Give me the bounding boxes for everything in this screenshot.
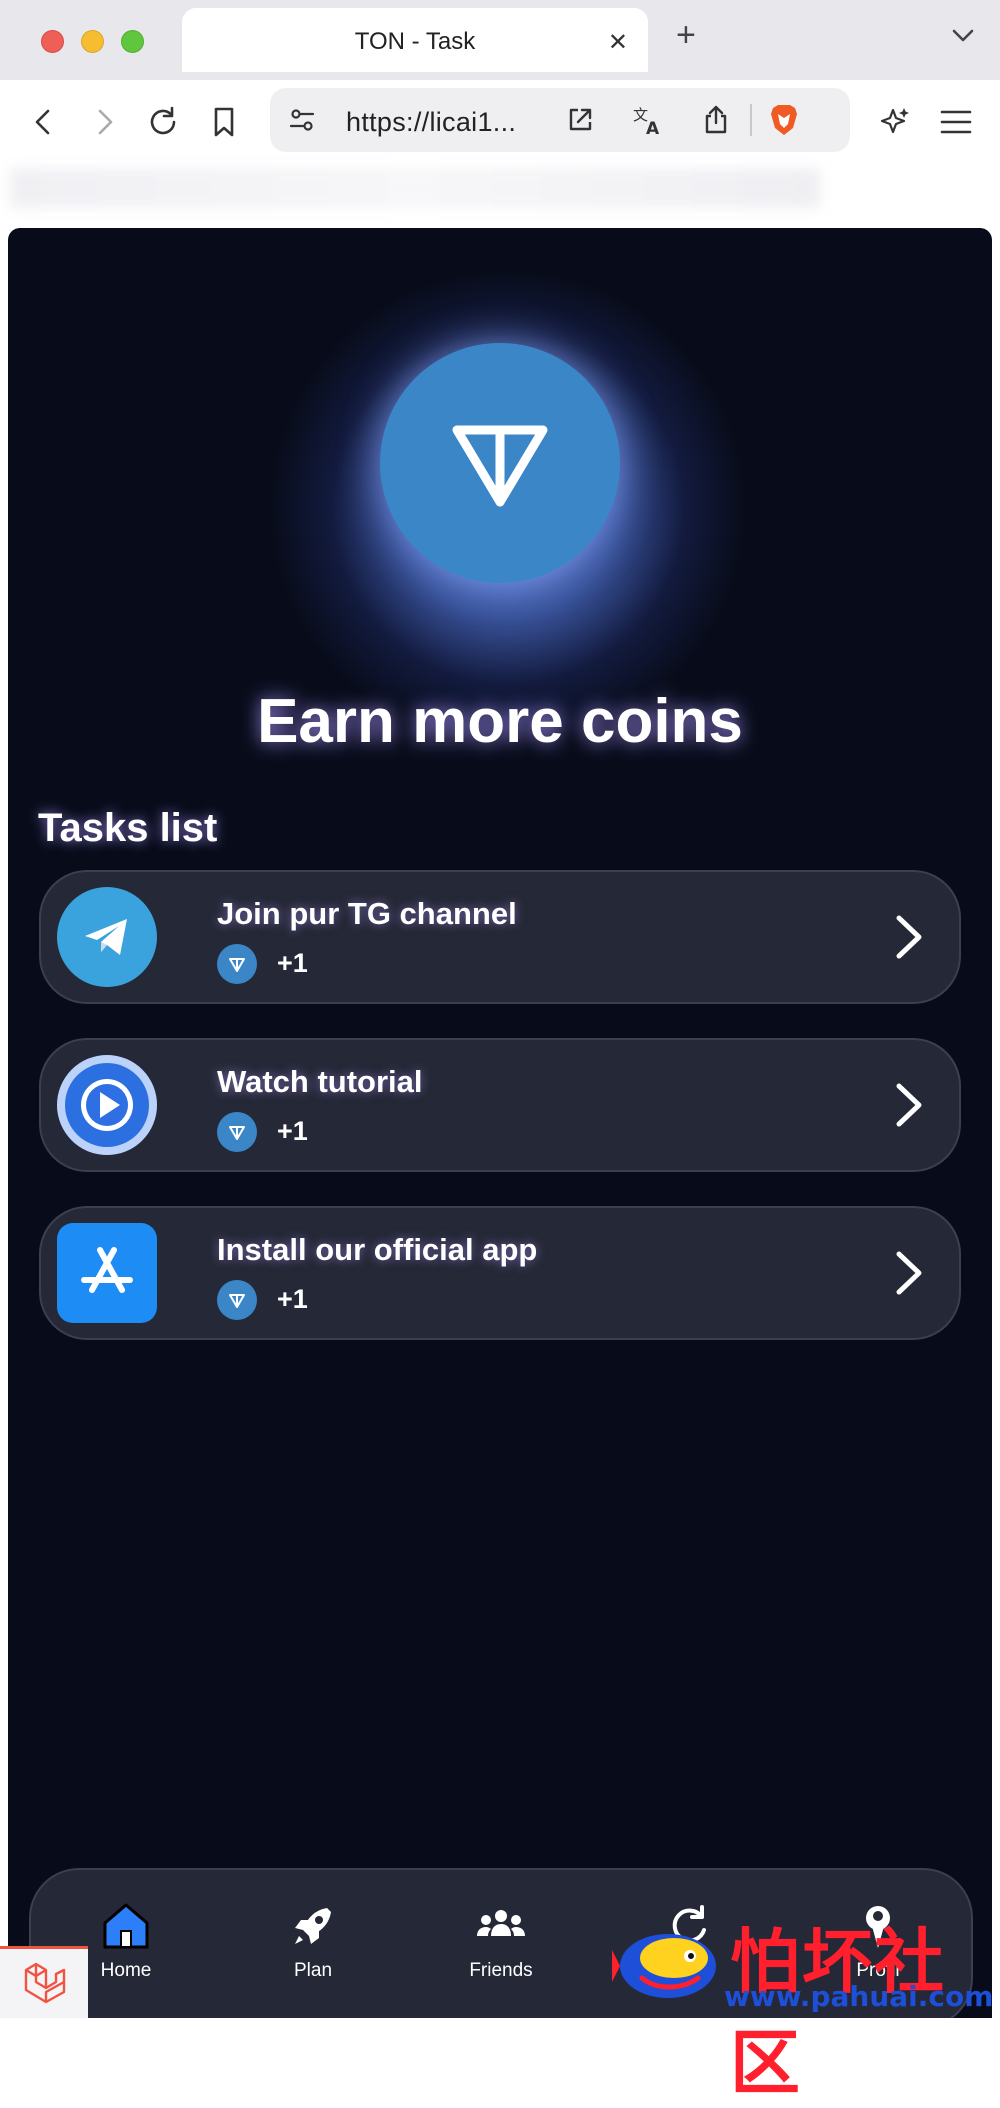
minimize-window-button[interactable] <box>81 30 104 53</box>
telegram-icon <box>57 887 157 987</box>
ton-coin-icon <box>217 1280 257 1320</box>
chevron-right-icon[interactable] <box>891 1082 925 1133</box>
laravel-debugbar-badge[interactable] <box>0 1946 88 2018</box>
tab-close-icon[interactable]: ✕ <box>608 28 628 57</box>
close-window-button[interactable] <box>41 30 64 53</box>
task-title: Watch tutorial <box>217 1064 423 1099</box>
tab-title: TON - Task <box>354 28 476 55</box>
address-bar-divider <box>750 104 752 136</box>
app-store-icon <box>57 1223 157 1323</box>
site-settings-icon[interactable] <box>284 102 320 138</box>
rocket-icon <box>253 1900 373 1952</box>
leo-ai-icon[interactable] <box>875 102 915 142</box>
new-tab-button[interactable]: + <box>676 16 696 55</box>
task-reward: +1 <box>277 1284 308 1314</box>
task-watch-tutorial[interactable]: Watch tutorial +1 <box>39 1038 961 1172</box>
menu-icon[interactable] <box>936 102 976 142</box>
active-tab[interactable]: TON - Task ✕ <box>182 8 648 72</box>
ton-coin-icon <box>217 944 257 984</box>
task-title: Join pur TG channel <box>217 896 517 931</box>
nav-label: Friends <box>469 1960 533 1981</box>
maximize-window-button[interactable] <box>121 30 144 53</box>
task-reward: +1 <box>277 948 308 978</box>
chevron-down-icon[interactable] <box>950 22 976 53</box>
browser-toolbar: https://licai1... 文A <box>0 80 1000 164</box>
reload-icon[interactable] <box>143 102 183 142</box>
open-external-icon[interactable] <box>562 102 598 138</box>
tasks-list-heading: Tasks list <box>38 806 218 850</box>
url-text[interactable]: https://licai1... <box>346 107 516 138</box>
blurred-banner <box>10 168 820 208</box>
nav-label: Plan <box>293 1960 333 1981</box>
friends-icon <box>441 1900 561 1952</box>
home-icon <box>66 1900 186 1952</box>
page-title: Earn more coins <box>257 687 743 756</box>
forward-icon[interactable] <box>84 102 124 142</box>
svg-text:A: A <box>646 119 660 137</box>
ton-coin-icon <box>380 343 620 583</box>
bookmark-icon[interactable] <box>204 102 244 142</box>
task-title: Install our official app <box>217 1232 538 1267</box>
translate-icon[interactable]: 文A <box>630 102 666 138</box>
nav-friends[interactable]: Friends <box>441 1900 561 1990</box>
watermark-url: www.pahuai.com <box>724 1980 994 2013</box>
app-screen: Earn more coins Tasks list Join pur TG c… <box>8 228 992 2018</box>
ton-coin-icon <box>217 1112 257 1152</box>
task-join-channel[interactable]: Join pur TG channel +1 <box>39 870 961 1004</box>
browser-tab-bar: TON - Task ✕ + <box>0 0 1000 80</box>
watermark-logo: 怕坏社区 www.pahuai.com <box>612 1906 996 2104</box>
fish-logo-icon <box>612 1934 716 1998</box>
address-bar[interactable]: https://licai1... 文A <box>270 88 850 152</box>
task-reward: +1 <box>277 1116 308 1146</box>
nav-plan[interactable]: Plan <box>253 1900 373 1990</box>
task-install-app[interactable]: Install our official app +1 <box>39 1206 961 1340</box>
chevron-right-icon[interactable] <box>891 914 925 965</box>
play-icon <box>57 1055 157 1155</box>
chevron-right-icon[interactable] <box>891 1250 925 1301</box>
share-icon[interactable] <box>698 102 734 138</box>
brave-shield-icon[interactable] <box>766 102 802 138</box>
back-icon[interactable] <box>24 102 64 142</box>
